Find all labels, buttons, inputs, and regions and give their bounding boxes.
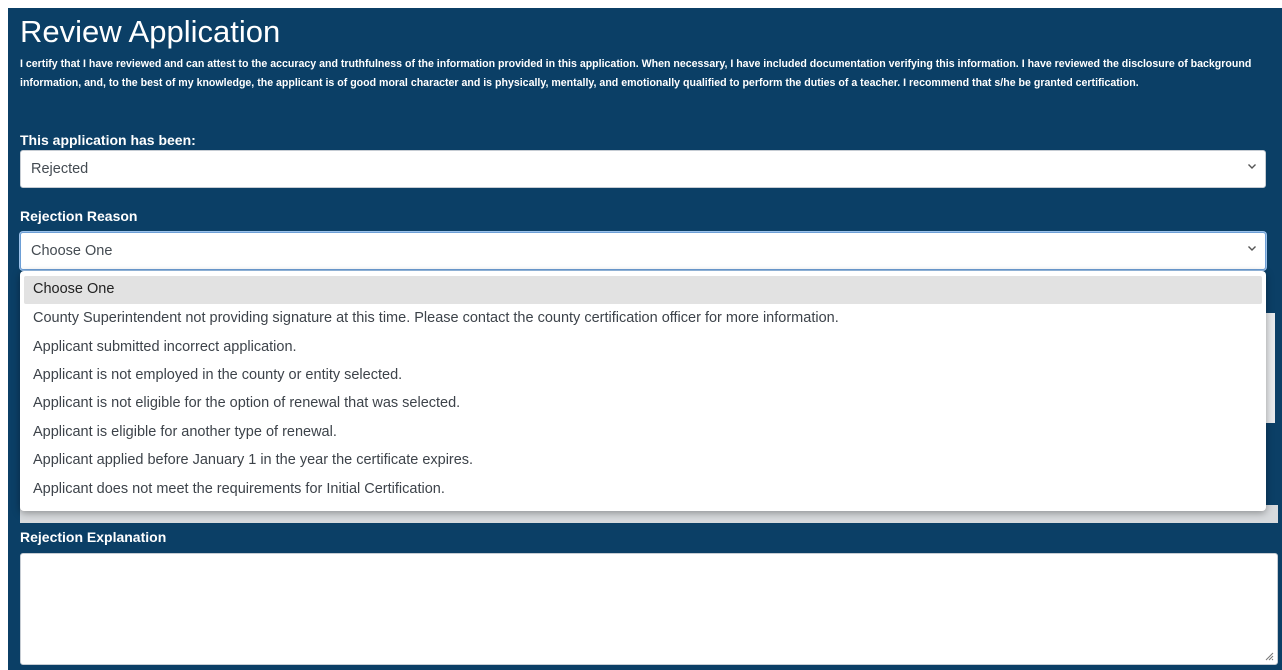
chevron-down-icon (1248, 164, 1256, 169)
dropdown-option[interactable]: Applicant is eligible for another type o… (24, 419, 1262, 447)
dropdown-option[interactable]: Applicant applied before January 1 in th… (24, 447, 1262, 475)
dropdown-option[interactable]: County Superintendent not providing sign… (24, 305, 1262, 333)
status-label: This application has been: (20, 132, 196, 148)
rejection-explanation-textarea[interactable] (20, 553, 1278, 665)
rejection-reason-label: Rejection Reason (20, 208, 138, 224)
rejection-explanation-label: Rejection Explanation (20, 529, 167, 545)
rejection-reason-dropdown: Choose One County Superintendent not pro… (20, 271, 1266, 511)
certification-statement: I certify that I have reviewed and can a… (20, 58, 1252, 89)
dropdown-option[interactable]: Applicant is not employed in the county … (24, 362, 1262, 390)
dropdown-option[interactable]: Applicant is not eligible for the option… (24, 390, 1262, 418)
chevron-down-icon (1248, 246, 1256, 251)
dropdown-option[interactable]: Applicant does not meet the requirements… (24, 476, 1262, 504)
dropdown-option[interactable]: Applicant submitted incorrect applicatio… (24, 334, 1262, 362)
rejection-reason-select[interactable]: Choose One (20, 232, 1266, 270)
status-select[interactable]: Rejected (20, 150, 1266, 188)
rejection-reason-select-value: Choose One (31, 243, 113, 259)
page-title: Review Application (20, 14, 281, 49)
dropdown-option[interactable]: Choose One (24, 276, 1262, 304)
resize-grip-icon[interactable] (1264, 651, 1274, 661)
status-select-value: Rejected (31, 161, 89, 177)
